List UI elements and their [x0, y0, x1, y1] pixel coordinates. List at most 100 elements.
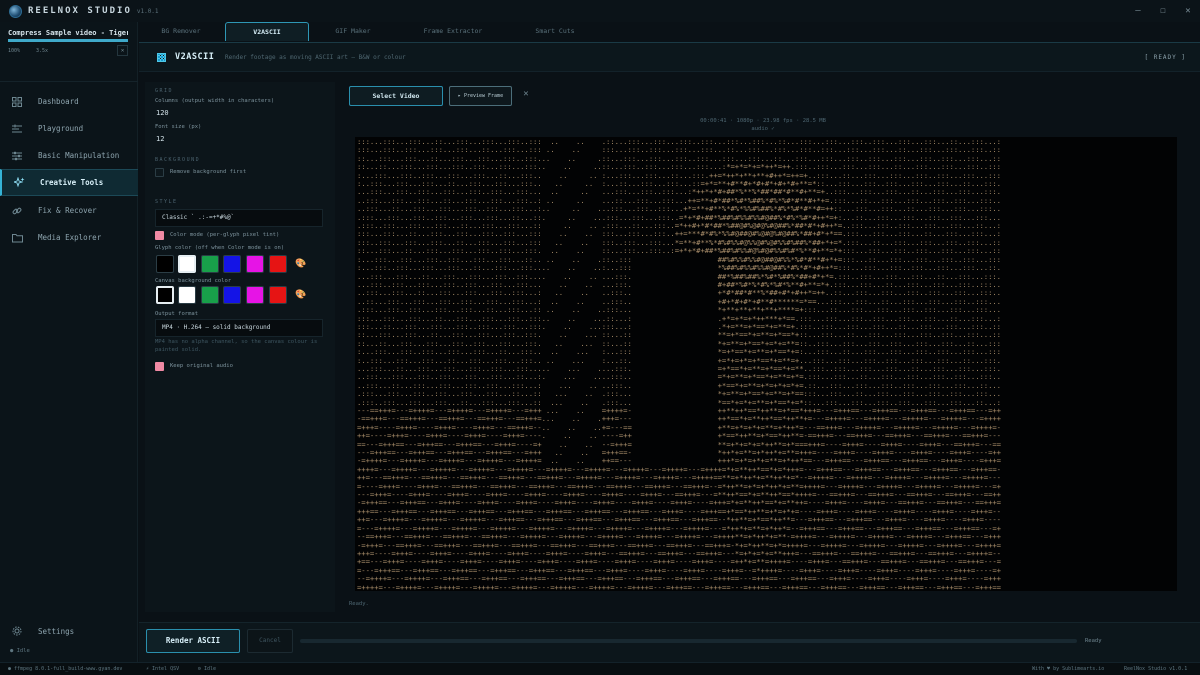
glyph-palette-icon[interactable]: 🎨 — [295, 258, 307, 270]
sidebar-item-playground[interactable]: Playground — [0, 115, 138, 142]
video-audio-indicator: audio ✓ — [751, 126, 775, 132]
preview-status: Ready. — [349, 601, 369, 607]
gear-icon — [10, 624, 24, 638]
sidebar-item-settings[interactable]: Settings — [0, 619, 138, 643]
style-select[interactable]: Classic ` .:-=+*#%@` — [155, 209, 323, 227]
select-video-button[interactable]: Select Video — [349, 86, 443, 106]
sidebar-item-label: Dashboard — [38, 97, 79, 106]
sidebar: Compress Sample video - Tiger.mp 100% 3.… — [0, 22, 138, 662]
tab-smart-cuts[interactable]: Smart Cuts — [511, 22, 599, 41]
ascii-grid-icon — [157, 53, 166, 62]
canvas-color-swatch-magenta[interactable] — [246, 286, 264, 304]
app-version: v1.0.1 — [136, 7, 159, 15]
compress-job-title: Compress Sample video - Tiger.mp — [8, 29, 128, 37]
settings-label: Settings — [38, 626, 75, 636]
module-status-badge: [ READY ] — [1144, 54, 1186, 61]
font-size-input[interactable]: 12 — [156, 135, 164, 143]
remove-bg-checkbox[interactable] — [155, 168, 164, 177]
logo-icon — [9, 4, 22, 18]
glyph-color-swatch-blue[interactable] — [223, 255, 241, 273]
credit-text: With ♥ by Sublimearts.io — [1032, 666, 1105, 672]
output-format-select[interactable]: MP4 · H.264 — solid background — [155, 319, 323, 337]
section-label-grid: GRID — [155, 88, 174, 94]
tab-gif-maker[interactable]: GIF Maker — [311, 22, 395, 41]
ascii-preview-art: :::...:::...:::...::...:::...:::...:::..… — [357, 137, 1001, 591]
action-bar: Render ASCII Cancel Ready — [139, 622, 1200, 662]
glyph-color-swatch-black[interactable] — [156, 255, 174, 273]
render-ascii-button[interactable]: Render ASCII — [146, 629, 240, 653]
version-text: ReelNox Studio v1.0.1 — [1124, 666, 1188, 672]
color-mode-checkbox[interactable] — [155, 231, 164, 240]
engine-status: ⚙ Idle — [198, 666, 217, 672]
tab-v2ascii[interactable]: V2ASCII — [225, 22, 309, 41]
maximize-button[interactable]: ☐ — [1152, 3, 1174, 19]
video-metadata: 00:00:41 · 1080p · 23.98 fps · 28.5 MB — [700, 118, 826, 124]
canvas-palette-icon[interactable]: 🎨 — [295, 289, 307, 301]
sidebar-item-label: Basic Manipulation — [38, 151, 120, 160]
sidebar-item-label: Fix & Recover — [38, 206, 97, 215]
section-label-background: BACKGROUND — [155, 157, 201, 163]
section-label-style: STYLE — [155, 199, 178, 205]
compress-progress-fill — [8, 39, 128, 42]
sidebar-item-label: Creative Tools — [40, 178, 104, 187]
remove-bg-label: Remove background first — [170, 169, 247, 175]
glyph-color-swatch-red[interactable] — [269, 255, 287, 273]
keep-audio-label: Keep original audio — [170, 363, 233, 369]
cancel-button[interactable]: Cancel — [247, 629, 293, 653]
glyph-color-swatch-magenta[interactable] — [246, 255, 264, 273]
idle-status: ● Idle — [10, 648, 30, 654]
render-progress-bar — [300, 639, 1077, 643]
columns-label: Columns (output width in characters) — [155, 98, 275, 104]
canvas-color-swatch-green[interactable] — [201, 286, 219, 304]
ascii-preview-frame: :::...:::...:::...::...:::...:::...:::..… — [355, 137, 1177, 591]
compress-job-card: Compress Sample video - Tiger.mp 100% 3.… — [0, 22, 138, 82]
playground-icon — [10, 122, 24, 136]
sparkle-icon — [12, 176, 26, 190]
compress-speed: 3.5x — [36, 48, 49, 54]
status-bar: ● ffmpeg 8.0.1-full_build-www.gyan.dev ⚡… — [0, 662, 1200, 675]
title-bar: REELNOX STUDIO v1.0.1 — ☐ ✕ — [0, 0, 1200, 22]
preview-frame-button[interactable]: ▸ Preview Frame — [449, 86, 512, 106]
sidebar-item-label: Playground — [38, 124, 84, 133]
module-description: Render footage as moving ASCII art — B&W… — [225, 54, 406, 61]
sidebar-item-dashboard[interactable]: Dashboard — [0, 88, 138, 115]
tab-frame-extractor[interactable]: Frame Extractor — [397, 22, 509, 41]
format-note: MP4 has no alpha channel, so the canvas … — [155, 339, 318, 353]
compress-progress-bar — [8, 39, 128, 42]
sidebar-item-basic-manipulation[interactable]: Basic Manipulation — [0, 142, 138, 169]
canvas-color-swatch-white[interactable] — [178, 286, 196, 304]
sliders-icon — [10, 149, 24, 163]
ffmpeg-status: ● ffmpeg 8.0.1-full_build-www.gyan.dev — [8, 666, 123, 672]
sidebar-item-label: Media Explorer — [38, 233, 102, 242]
sidebar-item-media-explorer[interactable]: Media Explorer — [0, 224, 138, 251]
output-format-label: Output format — [155, 311, 199, 317]
glyph-color-swatch-white[interactable] — [178, 255, 196, 273]
keep-audio-checkbox[interactable] — [155, 362, 164, 371]
glyph-color-label: Glyph color (off when Color mode is on) — [155, 245, 285, 251]
folder-icon — [10, 231, 24, 245]
tab-bg-remover[interactable]: BG Remover — [139, 22, 223, 41]
settings-panel: GRID Columns (output width in characters… — [145, 82, 335, 612]
minimize-button[interactable]: — — [1127, 3, 1149, 19]
columns-input[interactable]: 120 — [156, 109, 169, 117]
canvas-color-swatch-black[interactable] — [156, 286, 174, 304]
module-tabs: BG Remover V2ASCII GIF Maker Frame Extra… — [139, 22, 1200, 42]
render-status: Ready — [1085, 638, 1102, 644]
module-header: V2ASCII Render footage as moving ASCII a… — [139, 42, 1200, 72]
dashboard-icon — [10, 95, 24, 109]
canvas-color-swatch-red[interactable] — [269, 286, 287, 304]
color-mode-label: Color mode (per-glyph pixel tint) — [170, 232, 280, 238]
link-icon — [10, 204, 24, 218]
clear-video-button[interactable]: ✕ — [520, 89, 532, 103]
sidebar-item-creative-tools[interactable]: Creative Tools — [0, 169, 138, 196]
sidebar-item-fix-recover[interactable]: Fix & Recover — [0, 197, 138, 224]
font-size-label: Font size (px) — [155, 124, 202, 130]
compress-percent: 100% — [8, 48, 21, 54]
compress-close-button[interactable]: ✕ — [117, 45, 128, 56]
canvas-bg-label: Canvas background color — [155, 278, 232, 284]
close-button[interactable]: ✕ — [1177, 3, 1199, 19]
canvas-color-swatch-blue[interactable] — [223, 286, 241, 304]
app-name: REELNOX STUDIO — [28, 6, 132, 16]
gpu-status: ⚡ Intel QSV — [146, 666, 180, 672]
glyph-color-swatch-green[interactable] — [201, 255, 219, 273]
